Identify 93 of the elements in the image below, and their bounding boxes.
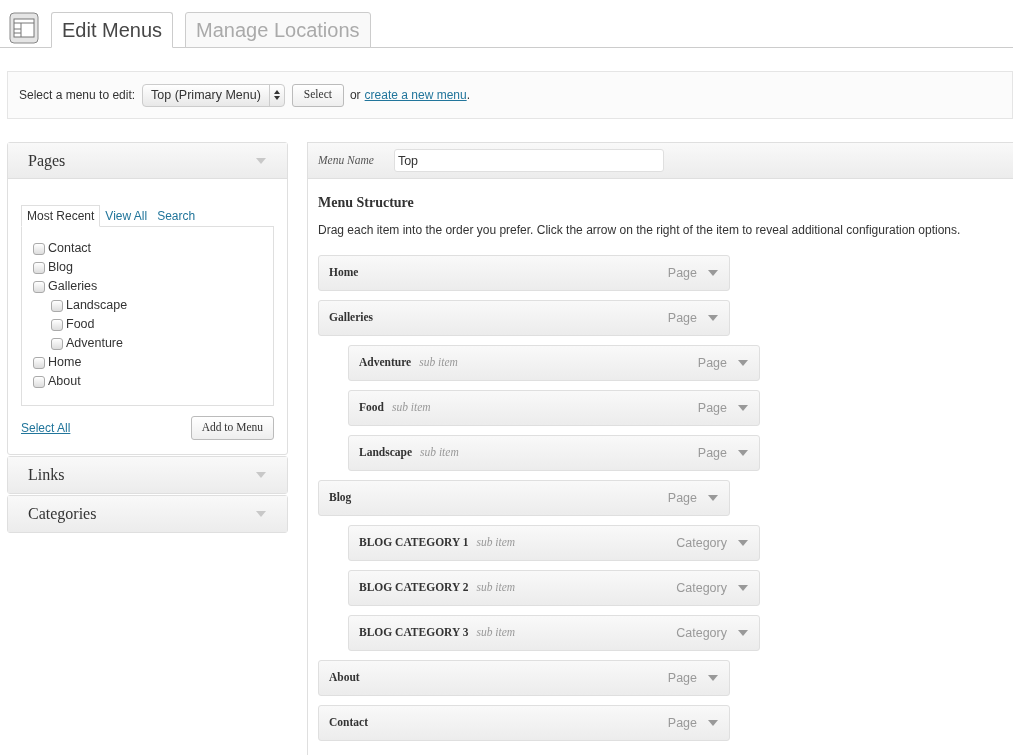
- menu-item-bar[interactable]: Contact Page: [318, 705, 730, 741]
- menu-dropdown[interactable]: Top (Primary Menu): [142, 83, 285, 107]
- menu-item-title: Galleries: [329, 310, 374, 326]
- checkbox[interactable]: [33, 280, 45, 293]
- checkbox-label: Contact: [48, 240, 92, 258]
- checkbox-label: Adventure: [66, 335, 123, 353]
- menu-item-bar[interactable]: BLOG CATEGORY 2 sub item Category: [348, 570, 760, 606]
- updown-icon: [273, 90, 280, 100]
- menu-item-title: Contact: [329, 715, 368, 731]
- select-button[interactable]: Select: [291, 83, 344, 107]
- menus-icon: [9, 12, 39, 44]
- checkbox[interactable]: [51, 299, 63, 312]
- menu-item-title: Adventure: [359, 355, 412, 371]
- caret-icon: [737, 629, 749, 637]
- menu-item-title: Blog: [329, 490, 352, 506]
- menu-item-bar[interactable]: Blog Page: [318, 480, 730, 516]
- checkbox-label: About: [48, 373, 81, 391]
- section-title: Categories: [28, 504, 97, 525]
- menu-item-title: Home: [329, 265, 359, 281]
- panel-tab[interactable]: Search: [152, 205, 201, 227]
- menu-item-bar[interactable]: Galleries Page: [318, 300, 730, 336]
- section-heading: Menu Structure: [318, 194, 415, 212]
- item-type: Category: [676, 579, 727, 597]
- caret-icon: [707, 269, 719, 277]
- menu-item-title: BLOG CATEGORY 2: [359, 580, 469, 596]
- caret-icon: [707, 674, 719, 682]
- sub-item-note: sub item: [476, 580, 516, 596]
- sub-item-note: sub item: [476, 535, 516, 551]
- nav-tab[interactable]: Edit Menus: [51, 12, 174, 48]
- select-all-link[interactable]: Select All: [21, 419, 71, 437]
- accordion-header[interactable]: Links: [8, 457, 287, 493]
- checkbox-label: Home: [48, 354, 82, 372]
- section-title: Links: [28, 465, 65, 485]
- checkbox[interactable]: [33, 242, 45, 255]
- checkbox-label: Galleries: [48, 278, 98, 296]
- menu-item-bar[interactable]: Food sub item Page: [348, 390, 760, 426]
- caret-icon: [707, 314, 719, 322]
- menu-item-title: BLOG CATEGORY 1: [359, 535, 469, 551]
- menu-item-bar[interactable]: Landscape sub item Page: [348, 435, 760, 471]
- caret-icon: [255, 471, 267, 479]
- caret-icon: [707, 719, 719, 727]
- caret-icon: [707, 494, 719, 502]
- item-type: Category: [676, 624, 727, 642]
- add-to-menu-button[interactable]: Add to Menu: [190, 416, 274, 440]
- caret-icon: [737, 539, 749, 547]
- accordion-header[interactable]: Pages: [8, 143, 287, 179]
- instructions-text: Drag each item into the order you prefer. Click the arrow on the right of the item to reveal additional configuration options.: [318, 222, 962, 239]
- menu-item-bar[interactable]: About Page: [318, 660, 730, 696]
- sub-item-note: sub item: [419, 355, 458, 371]
- item-type: Category: [676, 534, 727, 552]
- item-type: Page: [667, 669, 697, 687]
- checkbox[interactable]: [33, 375, 45, 388]
- checkbox[interactable]: [51, 337, 63, 350]
- create-menu-link[interactable]: create a new menu: [364, 86, 467, 104]
- checkbox-label: Landscape: [66, 297, 128, 315]
- checkbox[interactable]: [33, 261, 45, 274]
- menu-item-bar[interactable]: BLOG CATEGORY 1 sub item Category: [348, 525, 760, 561]
- item-type: Page: [667, 714, 697, 732]
- caret-icon: [255, 156, 267, 165]
- caret-icon: [737, 449, 749, 457]
- checkbox-label: Food: [66, 316, 95, 334]
- section-title: Pages: [28, 150, 66, 172]
- menu-item-bar[interactable]: BLOG CATEGORY 3 sub item Category: [348, 615, 760, 651]
- checkbox[interactable]: [51, 318, 63, 331]
- menu-name-label: Menu Name: [318, 152, 374, 168]
- sub-item-note: sub item: [391, 400, 431, 416]
- sub-item-note: sub item: [420, 445, 459, 461]
- menu-item-title: BLOG CATEGORY 3: [359, 625, 469, 641]
- item-type: Page: [697, 444, 727, 462]
- panel-tab[interactable]: View All: [100, 205, 153, 227]
- checkbox-label: Blog: [48, 259, 74, 277]
- menu-name-field[interactable]: Top: [393, 149, 664, 172]
- or-text: or: [349, 87, 361, 104]
- caret-icon: [737, 404, 749, 412]
- item-type: Page: [667, 264, 697, 282]
- caret-icon: [737, 359, 749, 367]
- sub-item-note: sub item: [476, 625, 516, 641]
- caret-icon: [737, 584, 749, 592]
- item-type: Page: [667, 309, 697, 327]
- menu-item-title: About: [329, 670, 360, 686]
- caret-icon: [255, 510, 267, 518]
- accordion-header[interactable]: Categories: [8, 496, 287, 532]
- period-text: .: [466, 87, 470, 104]
- menu-item-bar[interactable]: Adventure sub item Page: [348, 345, 760, 381]
- menu-item-title: Food: [359, 400, 384, 416]
- menu-item-bar[interactable]: Home Page: [318, 255, 730, 291]
- item-type: Page: [667, 489, 697, 507]
- item-type: Page: [697, 354, 727, 372]
- panel-tab[interactable]: Most Recent: [21, 205, 101, 227]
- item-type: Page: [697, 399, 727, 417]
- checkbox[interactable]: [33, 356, 45, 369]
- menu-item-title: Landscape: [359, 445, 413, 461]
- select-label: Select a menu to edit:: [19, 87, 136, 104]
